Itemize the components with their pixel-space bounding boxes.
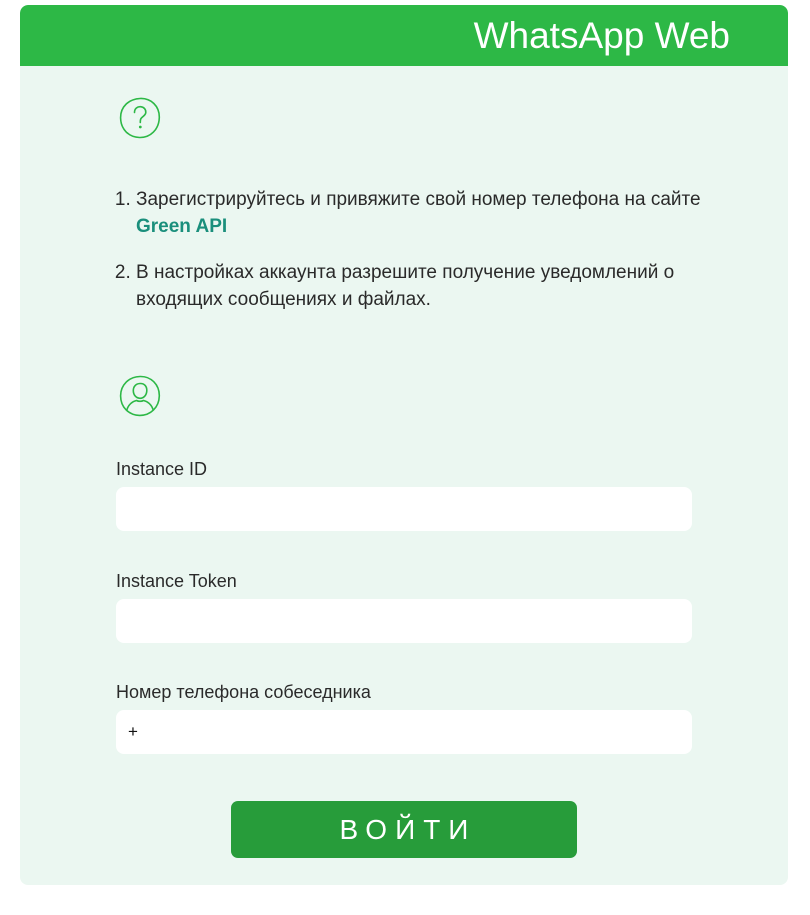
instruction-step-2: В настройках аккаунта разрешите получени… [136, 259, 716, 313]
instance-token-input[interactable] [116, 599, 692, 643]
phone-number-label: Номер телефона собеседника [116, 682, 371, 702]
app-header: WhatsApp Web [20, 5, 788, 66]
question-circle-icon [119, 97, 161, 139]
green-api-link[interactable]: Green API [136, 216, 227, 237]
login-card: WhatsApp Web Зарегистрируйтесь и привяжи… [20, 5, 788, 885]
instance-id-label: Instance ID [116, 459, 208, 479]
phone-number-input[interactable] [116, 710, 692, 754]
instruction-step-1: Зарегистрируйтесь и привяжите свой номер… [136, 186, 716, 240]
instance-id-input[interactable] [116, 487, 692, 531]
login-button[interactable]: ВОЙТИ [231, 801, 577, 858]
app-title: WhatsApp Web [473, 15, 730, 56]
user-circle-icon [119, 375, 161, 417]
instance-token-label: Instance Token [116, 571, 237, 591]
instructions-list: Зарегистрируйтесь и привяжите свой номер… [114, 186, 716, 332]
